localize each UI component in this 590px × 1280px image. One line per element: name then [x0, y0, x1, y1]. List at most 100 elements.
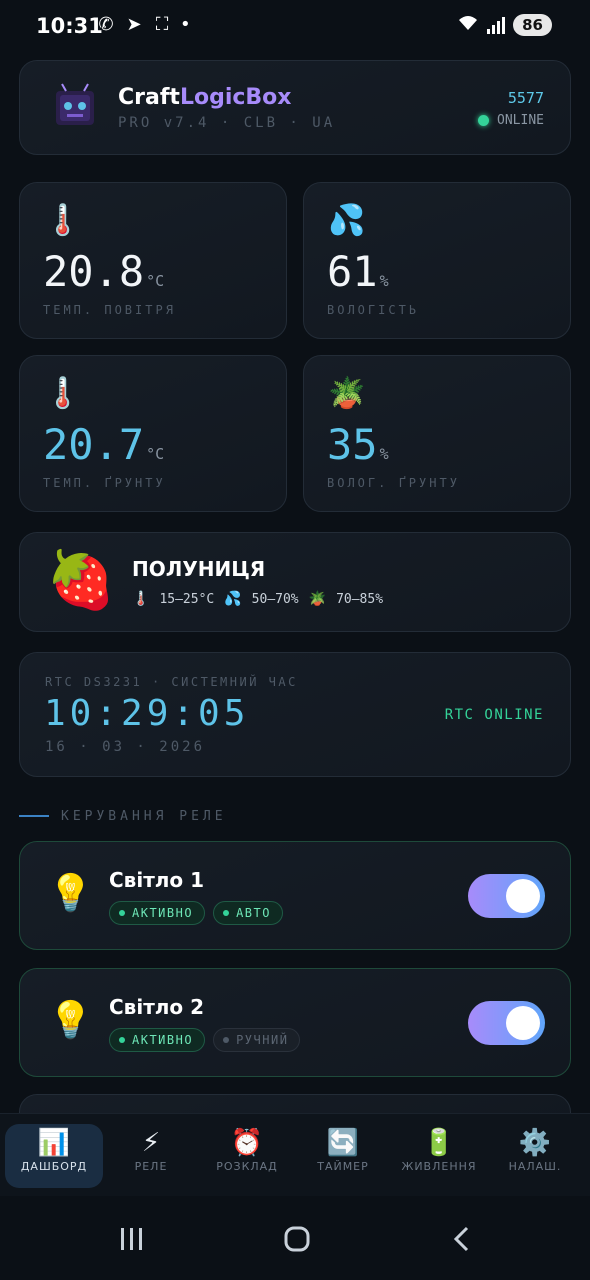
sensor-value: 35% [327, 420, 389, 469]
nav-label: РЕЛЕ [134, 1160, 168, 1173]
home-button[interactable] [283, 1226, 311, 1259]
brand-title: CraftLogicBox [118, 85, 291, 110]
relay-name: Світло 2 [109, 995, 205, 1019]
system-indicators: 86 [457, 14, 552, 36]
relay-card-2[interactable]: 💡 Світло 2 АКТИВНО РУЧНИЙ [19, 968, 571, 1077]
nav-label: ТАЙМЕР [317, 1160, 369, 1173]
logo-icon [54, 83, 96, 127]
relay-card-1[interactable]: 💡 Світло 1 АКТИВНО АВТО [19, 841, 571, 950]
header-card: CraftLogicBox PRO v7.4 · CLB · UA 5577 O… [19, 60, 571, 155]
value-number: 35 [327, 420, 378, 469]
device-id: 5577 [507, 89, 544, 107]
sensor-value: 20.7 °C [43, 420, 164, 469]
sensor-label: ТЕМП. ҐРУНТУ [43, 476, 166, 490]
value-number: 20.8 [43, 247, 145, 296]
notification-icons: ✆ ➤ ⛶ • [96, 14, 190, 35]
value-unit: % [379, 272, 389, 290]
temp-range: 15–25°C [159, 591, 215, 607]
sensor-soil-temp: 🌡️ 20.7 °C ТЕМП. ҐРУНТУ [19, 355, 287, 512]
value-unit: °C [146, 445, 165, 463]
value-number: 20.7 [43, 420, 145, 469]
nav-schedule[interactable]: ⏰ РОЗКЛАД [198, 1124, 296, 1188]
droplets-icon: 💦 [328, 203, 366, 238]
clock-time: 10:29:05 [44, 693, 250, 734]
back-button[interactable] [450, 1226, 474, 1259]
gear-icon: ⚙️ [518, 1128, 552, 1158]
nav-label: ЖИВЛЕННЯ [401, 1160, 477, 1173]
badge-label: АКТИВНО [132, 1033, 194, 1047]
online-dot-icon [478, 115, 490, 126]
battery-icon: 🔋 [422, 1128, 456, 1158]
strawberry-icon: 🍓 [46, 548, 116, 613]
light-bulb-icon: 💡 [48, 873, 93, 914]
wifi-icon [457, 14, 479, 36]
recent-apps-button[interactable] [118, 1226, 146, 1259]
section-title: КЕРУВАННЯ РЕЛЕ [61, 808, 227, 824]
badge-dot-icon [119, 910, 125, 916]
rtc-status: RTC ONLINE [444, 707, 544, 723]
mode-badge-auto: АВТО [213, 901, 283, 925]
section-heading-relays: КЕРУВАННЯ РЕЛЕ [19, 806, 571, 826]
nav-settings[interactable]: ⚙️ НАЛАШ. [486, 1124, 584, 1188]
dot-icon: • [180, 14, 191, 35]
status-badge-active: АКТИВНО [109, 901, 206, 925]
plant-profile-card[interactable]: 🍓 ПОЛУНИЦЯ 🌡️ 15–25°C 💦 50–70% 🪴 70–85% [19, 532, 571, 632]
status-bar: 10:31 ✆ ➤ ⛶ • 86 [0, 0, 590, 52]
lightning-icon: ⚡ [141, 1128, 161, 1158]
rtc-clock-card: RTC DS3231 · СИСТЕМНИЙ ЧАС 10:29:05 16 ·… [19, 652, 571, 777]
status-badge-active: АКТИВНО [109, 1028, 206, 1052]
nav-label: НАЛАШ. [508, 1160, 562, 1173]
sensor-value: 61% [327, 247, 389, 296]
nav-label: РОЗКЛАД [216, 1160, 278, 1173]
relay-toggle-2[interactable] [468, 1001, 545, 1045]
sensor-label: ВОЛОГІСТЬ [327, 303, 420, 317]
sensor-label: ВОЛОГ. ҐРУНТУ [327, 476, 460, 490]
bottom-nav: 📊 ДАШБОРД ⚡ РЕЛЕ ⏰ РОЗКЛАД 🔄 ТАЙМЕР 🔋 ЖИ… [0, 1113, 590, 1196]
section-line [19, 815, 49, 817]
online-label: ONLINE [497, 113, 544, 128]
soil-range: 70–85% [336, 591, 384, 607]
toggle-knob [506, 879, 540, 913]
value-unit: % [379, 445, 389, 463]
badge-dot-icon [223, 910, 230, 916]
screenshot-icon: ⛶ [155, 14, 169, 35]
nav-timer[interactable]: 🔄 ТАЙМЕР [294, 1124, 392, 1188]
plant-ranges: 🌡️ 15–25°C 💦 50–70% 🪴 70–85% [132, 591, 383, 607]
version-text: PRO v7.4 · CLB · UA [118, 115, 336, 131]
brand-part-a: Craft [118, 85, 180, 110]
droplets-icon: 💦 [224, 591, 242, 607]
nav-label: ДАШБОРД [20, 1160, 88, 1173]
telegram-icon: ➤ [126, 14, 142, 35]
thermometer-icon: 🌡️ [132, 591, 150, 607]
messenger-icon: ✆ [98, 14, 114, 35]
sensor-humidity: 💦 61% ВОЛОГІСТЬ [303, 182, 571, 339]
alarm-clock-icon: ⏰ [230, 1128, 264, 1158]
repeat-icon: 🔄 [326, 1128, 360, 1158]
badge-dot-icon [223, 1037, 230, 1043]
badge-label: АКТИВНО [132, 906, 194, 920]
relay-badges: АКТИВНО РУЧНИЙ [109, 1028, 301, 1052]
sensor-air-temp: 🌡️ 20.8 °C ТЕМП. ПОВІТРЯ [19, 182, 287, 339]
nav-relays[interactable]: ⚡ РЕЛЕ [102, 1124, 200, 1188]
bar-chart-icon: 📊 [37, 1128, 71, 1158]
signal-icon [487, 16, 506, 34]
value-unit: °C [146, 272, 165, 290]
light-bulb-icon: 💡 [48, 1000, 93, 1041]
plant-name: ПОЛУНИЦЯ [132, 557, 266, 581]
badge-label: АВТО [236, 906, 271, 920]
potted-plant-icon: 🪴 [308, 591, 327, 607]
sensor-label: ТЕМП. ПОВІТРЯ [43, 303, 176, 317]
toggle-knob [506, 1006, 540, 1040]
potted-plant-icon: 🪴 [328, 376, 366, 411]
nav-power[interactable]: 🔋 ЖИВЛЕННЯ [390, 1124, 488, 1188]
thermometer-icon: 🌡️ [44, 203, 82, 238]
thermometer-icon: 🌡️ [44, 376, 82, 411]
system-nav-bar [0, 1196, 590, 1280]
relay-badges: АКТИВНО АВТО [109, 901, 283, 925]
relay-toggle-1[interactable] [468, 874, 545, 918]
sensor-value: 20.8 °C [43, 247, 164, 296]
sensor-soil-humidity: 🪴 35% ВОЛОГ. ҐРУНТУ [303, 355, 571, 512]
nav-dashboard[interactable]: 📊 ДАШБОРД [5, 1124, 103, 1188]
battery-badge: 86 [513, 14, 552, 36]
badge-dot-icon [119, 1037, 125, 1043]
